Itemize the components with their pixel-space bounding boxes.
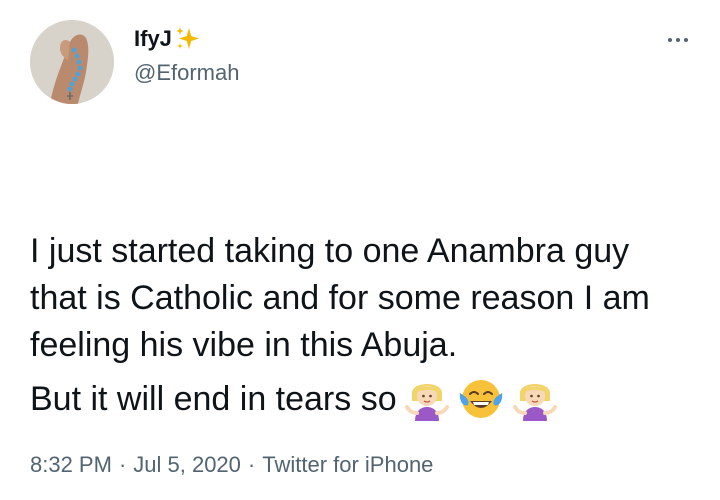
avatar[interactable]	[30, 20, 114, 104]
person-shrugging-emoji	[511, 375, 559, 423]
more-dots-icon	[676, 38, 680, 42]
sparkles-icon	[174, 25, 202, 53]
tweet-meta: 8:32 PM · Jul 5, 2020 · Twitter for iPho…	[30, 452, 433, 478]
tweet-paragraph-2: But it will end in tears so	[30, 379, 397, 418]
meta-separator: ·	[118, 452, 127, 477]
author-name-row[interactable]: IfyJ	[134, 24, 202, 54]
more-dots-icon	[684, 38, 688, 42]
person-shrugging-emoji	[403, 375, 451, 423]
tweet-date[interactable]: Jul 5, 2020	[133, 452, 241, 478]
display-name[interactable]: IfyJ	[134, 26, 172, 52]
meta-separator: ·	[247, 452, 256, 477]
tweet-card: IfyJ @Eformah I just started taking to o…	[0, 0, 720, 500]
tweet-paragraph-1: I just started taking to one Anambra guy…	[30, 232, 660, 364]
tweet-paragraph-2-row: But it will end in tears so	[30, 375, 559, 423]
author-handle[interactable]: @Eformah	[134, 60, 239, 86]
tweet-source[interactable]: Twitter for iPhone	[262, 452, 433, 478]
tweet-time[interactable]: 8:32 PM	[30, 452, 112, 478]
face-with-tears-of-joy-emoji	[457, 375, 505, 423]
more-options-button[interactable]	[660, 30, 696, 50]
more-dots-icon	[668, 38, 672, 42]
avatar-image	[30, 20, 114, 104]
